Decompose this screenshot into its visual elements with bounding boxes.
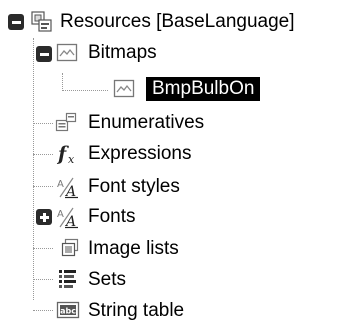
tree-item-label-font-styles[interactable]: Font styles (88, 176, 180, 198)
tree-item-label-image-lists[interactable]: Image lists (88, 238, 179, 260)
tree-item-label-sets[interactable]: Sets (88, 269, 126, 291)
svg-text:A: A (64, 184, 76, 199)
image-list-icon (59, 237, 81, 259)
tree-connector (33, 310, 53, 311)
plus-icon-vertical (42, 212, 46, 222)
enum-icon (55, 111, 77, 133)
tree-connector (33, 154, 53, 155)
resource-group-icon (30, 10, 52, 32)
tree-item-label-bmpbulbon[interactable]: BmpBulbOn (146, 77, 261, 101)
collapse-toggle-bitmaps[interactable] (36, 46, 52, 62)
svg-text:A: A (57, 179, 64, 190)
collapse-toggle-root[interactable] (8, 14, 24, 30)
tree-item-label-root[interactable]: Resources [BaseLanguage] (60, 11, 295, 33)
list-set-icon (57, 268, 79, 290)
image-icon (56, 42, 78, 64)
tree-connector (62, 73, 63, 91)
tree-connector (33, 248, 53, 249)
expand-toggle-fonts[interactable] (36, 209, 52, 225)
tree-item-label-expressions[interactable]: Expressions (88, 143, 192, 165)
tree-item-label-bitmaps[interactable]: Bitmaps (88, 42, 157, 64)
tree-connector (33, 279, 53, 280)
tree-connector (62, 90, 108, 91)
svg-text:x: x (68, 153, 75, 166)
font-icon: A A (56, 205, 78, 229)
font-style-icon: A A (56, 175, 78, 199)
tree-connector (33, 186, 53, 187)
function-fx-icon: f x (56, 142, 78, 166)
resource-tree: Resources [BaseLanguage] Bitmaps BmpBulb… (0, 0, 340, 327)
tree-item-label-enumeratives[interactable]: Enumeratives (88, 112, 204, 134)
svg-text:A: A (64, 214, 76, 229)
svg-text:A: A (57, 209, 64, 220)
svg-text:abc: abc (60, 307, 76, 316)
image-icon (113, 78, 135, 100)
tree-item-label-fonts[interactable]: Fonts (88, 206, 136, 228)
tree-connector (33, 123, 53, 124)
minus-icon (11, 20, 21, 24)
minus-icon (39, 52, 49, 56)
tree-connector (33, 38, 34, 300)
tree-item-label-string-table[interactable]: String table (88, 300, 184, 322)
string-table-icon: abc (56, 299, 80, 321)
